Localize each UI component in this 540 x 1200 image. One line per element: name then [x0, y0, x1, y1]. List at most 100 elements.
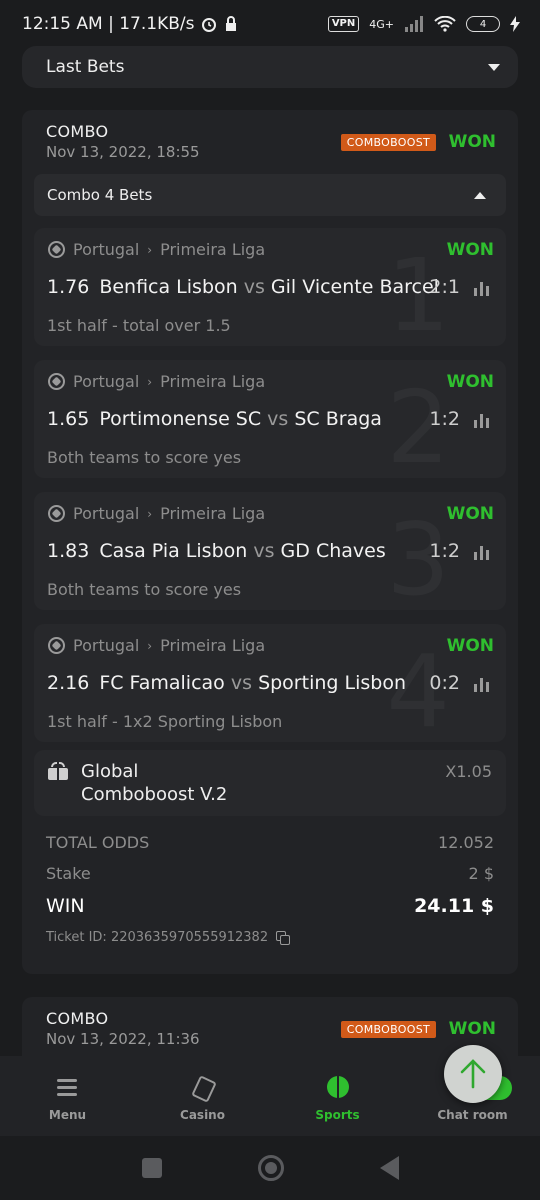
combo-bet-card: COMBO Nov 13, 2022, 18:55 COMBOBOOST WON… — [22, 110, 518, 974]
bet-leg[interactable]: 3 Portugal › Primeira Liga WON 1.83 Casa … — [34, 492, 506, 610]
ticket-id-row: Ticket ID: 2203635970555912382 — [46, 930, 291, 945]
bet-leg[interactable]: 2 Portugal › Primeira Liga WON 1.65 Porti… — [34, 360, 506, 478]
nav-sports-label: Sports — [315, 1108, 360, 1122]
alarm-icon — [202, 18, 217, 32]
bet-market: Both teams to score yes — [47, 580, 242, 599]
leg-odd: 1.65 — [47, 408, 90, 430]
match-score: 1:2 — [429, 408, 460, 430]
match-score: 0:2 — [429, 672, 460, 694]
bet-leg[interactable]: 4 Portugal › Primeira Liga WON 2.16 FC Fa… — [34, 624, 506, 742]
chevron-down-icon — [488, 63, 500, 71]
chevron-up-icon — [474, 191, 486, 199]
home-icon[interactable] — [257, 1155, 284, 1181]
leg-odd: 2.16 — [47, 672, 90, 694]
away-team: Sporting Lisbon — [258, 672, 406, 694]
league-country: Portugal — [73, 504, 140, 523]
comboboost-row: Global Comboboost V.2 X1.05 — [34, 750, 506, 816]
status-bar: 12:15 AM | 17.1KB/s VPN 4G+ 4 — [0, 0, 540, 48]
leg-status: WON — [446, 504, 494, 524]
nav-sports[interactable]: Sports — [270, 1056, 405, 1136]
soccer-ball-icon — [48, 373, 65, 390]
win-label: WIN — [46, 895, 85, 917]
stats-icon[interactable] — [474, 676, 492, 692]
chevron-right-icon: › — [147, 374, 153, 389]
combo-bets-toggle[interactable]: Combo 4 Bets — [34, 174, 506, 216]
win-value: 24.11 $ — [414, 895, 494, 917]
bet-market: Both teams to score yes — [47, 448, 242, 467]
status-time: 12:15 AM | 17.1KB/s — [22, 14, 195, 34]
last-bets-label: Last Bets — [46, 57, 125, 77]
combo-date: Nov 13, 2022, 18:55 — [46, 143, 200, 161]
nav-menu[interactable]: Menu — [0, 1056, 135, 1136]
gift-icon — [48, 762, 68, 780]
league-name: Primeira Liga — [160, 636, 266, 655]
league-country: Portugal — [73, 636, 140, 655]
vs-label: vs — [267, 408, 289, 430]
boost-name-line1: Global — [81, 761, 139, 782]
scroll-to-top-button[interactable] — [444, 1045, 502, 1103]
nav-casino-label: Casino — [180, 1108, 225, 1122]
back-icon[interactable] — [379, 1156, 399, 1180]
stats-icon[interactable] — [474, 544, 492, 560]
nav-casino[interactable]: Casino — [135, 1056, 270, 1136]
bet-market: 1st half - 1x2 Sporting Lisbon — [47, 712, 283, 731]
arrow-up-icon — [460, 1059, 486, 1089]
stake-row: Stake 2 $ — [46, 864, 494, 883]
combo-status: WON — [448, 1019, 496, 1039]
chevron-right-icon: › — [147, 638, 153, 653]
home-team: FC Famalicao — [99, 672, 225, 694]
combo-status: WON — [448, 132, 496, 152]
league-country: Portugal — [73, 372, 140, 391]
leg-status: WON — [446, 372, 494, 392]
copy-icon[interactable] — [276, 930, 291, 945]
away-team: GD Chaves — [280, 540, 386, 562]
league-name: Primeira Liga — [160, 504, 266, 523]
league-info: Portugal › Primeira Liga — [48, 636, 265, 655]
chevron-right-icon: › — [147, 242, 153, 257]
stake-label: Stake — [46, 864, 91, 883]
nav-chat-label: Chat room — [437, 1108, 508, 1122]
recent-apps-icon[interactable] — [141, 1158, 162, 1178]
combo-date: Nov 13, 2022, 11:36 — [46, 1030, 200, 1048]
win-row: WIN 24.11 $ — [46, 895, 494, 917]
wifi-icon — [434, 16, 456, 32]
lock-icon — [226, 16, 237, 31]
league-info: Portugal › Primeira Liga — [48, 504, 265, 523]
vs-label: vs — [253, 540, 275, 562]
stats-icon[interactable] — [474, 280, 492, 296]
soccer-ball-icon — [48, 241, 65, 258]
total-odds-value: 12.052 — [438, 833, 494, 852]
league-country: Portugal — [73, 240, 140, 259]
leg-odd: 1.83 — [47, 540, 90, 562]
vpn-badge: VPN — [327, 16, 360, 32]
stake-value: 2 $ — [468, 864, 494, 883]
sports-ball-icon — [325, 1076, 351, 1100]
system-navigation-bar — [0, 1136, 540, 1200]
league-info: Portugal › Primeira Liga — [48, 240, 265, 259]
total-odds-label: TOTAL ODDS — [46, 833, 150, 852]
charging-icon — [510, 16, 520, 32]
chevron-right-icon: › — [147, 506, 153, 521]
stats-icon[interactable] — [474, 412, 492, 428]
soccer-ball-icon — [48, 637, 65, 654]
total-odds-row: TOTAL ODDS 12.052 — [46, 833, 494, 852]
battery-indicator: 4 — [466, 16, 500, 32]
match-line: 1.76 Benfica Lisbon vs Gil Vicente Barcel… — [47, 276, 437, 298]
league-name: Primeira Liga — [160, 240, 266, 259]
leg-status: WON — [446, 240, 494, 260]
nav-menu-label: Menu — [48, 1108, 87, 1122]
away-team: Gil Vicente Barcelos — [270, 276, 437, 298]
comboboost-badge: COMBOBOOST — [340, 1021, 436, 1038]
boost-multiplier: X1.05 — [445, 762, 492, 781]
combo-bets-label: Combo 4 Bets — [47, 186, 153, 204]
combo-title: COMBO — [46, 1009, 109, 1028]
vs-label: vs — [230, 672, 253, 694]
last-bets-dropdown[interactable]: Last Bets — [22, 46, 518, 88]
network-type: 4G+ — [369, 17, 394, 31]
signal-icon — [405, 16, 423, 32]
match-score: 2:1 — [429, 276, 460, 298]
bet-leg[interactable]: 1 Portugal › Primeira Liga WON 1.76 Benfi… — [34, 228, 506, 346]
soccer-ball-icon — [48, 505, 65, 522]
league-name: Primeira Liga — [160, 372, 266, 391]
home-team: Benfica Lisbon — [99, 276, 238, 298]
